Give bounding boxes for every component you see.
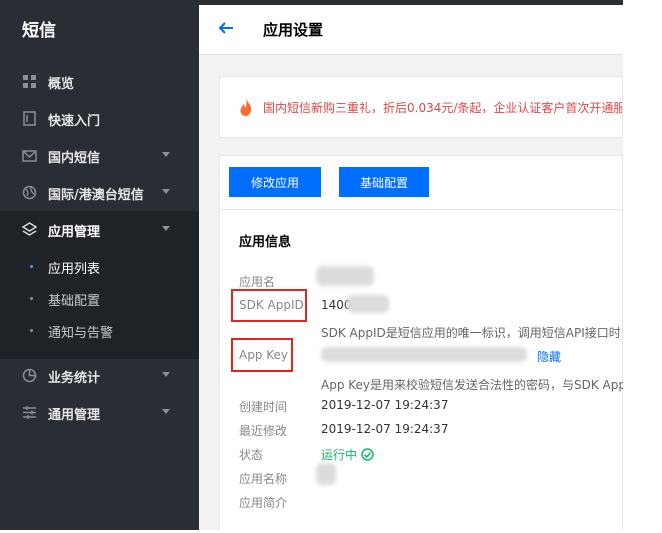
dot-icon: [30, 297, 33, 300]
sidebar-subitem-label: 通知与告警: [48, 326, 114, 341]
created-value: 2019-12-07 19:24:37: [321, 398, 449, 412]
sidebar-item-app-management[interactable]: 应用管理: [0, 211, 199, 248]
sidebar-item-label: 应用管理: [48, 225, 101, 240]
check-circle-icon: [361, 448, 374, 461]
redacted-sdk-appid: [347, 295, 389, 313]
grid-icon: [23, 75, 36, 88]
sidebar-item-statistics[interactable]: 业务统计: [0, 357, 199, 394]
sidebar-subitem-label: 基础配置: [48, 294, 101, 309]
globe-icon: [22, 185, 37, 200]
sidebar-item-label: 快速入门: [48, 114, 101, 129]
status-text: 运行中: [321, 448, 358, 462]
sidebar-subitem-label: 应用列表: [48, 262, 101, 277]
divider: [220, 209, 623, 210]
basic-config-button[interactable]: 基础配置: [339, 167, 429, 197]
appkey-hint: App Key是用来校验短信发送合法性的密码，与SDK AppI: [321, 378, 623, 392]
back-arrow-icon[interactable]: [217, 19, 235, 37]
created-label: 创建时间: [239, 400, 288, 414]
app-settings-card: 修改应用 基础配置 应用信息 应用名 SDK AppID 1400 SDK Ap…: [219, 155, 623, 530]
chevron-down-icon: [162, 226, 170, 231]
promo-banner[interactable]: 国内短信新购三重礼，折后0.034元/条起，企业认证客户首次开通服务: [219, 76, 623, 138]
sidebar-item-label: 国内短信: [48, 151, 101, 166]
sidebar-item-overview[interactable]: 概览: [0, 63, 199, 100]
redacted-app-name-value: [316, 463, 336, 485]
chevron-down-icon: [162, 372, 170, 377]
layers-icon: [22, 222, 37, 236]
modified-value: 2019-12-07 19:24:37: [321, 422, 449, 436]
fire-icon: [240, 98, 252, 116]
sidebar-item-domestic-sms[interactable]: 国内短信: [0, 137, 199, 174]
sidebar-subitem-notifications[interactable]: 通知与告警: [0, 314, 199, 346]
dot-icon: [30, 329, 33, 332]
status-label: 状态: [239, 448, 264, 462]
sliders-icon: [23, 406, 36, 419]
edit-app-button[interactable]: 修改应用: [229, 167, 321, 197]
page-title: 应用设置: [263, 21, 324, 39]
pie-chart-icon: [22, 368, 37, 383]
sidebar-item-label: 业务统计: [48, 371, 101, 386]
sidebar-item-label: 概览: [48, 77, 75, 92]
sidebar-item-general[interactable]: 通用管理: [0, 394, 199, 431]
chevron-down-icon: [162, 189, 170, 194]
redacted-appkey: [321, 347, 527, 362]
status-value: 运行中: [321, 446, 374, 463]
sidebar-subitem-basic-config[interactable]: 基础配置: [0, 282, 199, 314]
highlight-box-sdk-appid: [231, 289, 307, 322]
page-header: 应用设置: [199, 5, 623, 55]
chevron-down-icon: [162, 152, 170, 157]
right-margin: [623, 0, 662, 533]
active-dot-icon: [30, 265, 33, 268]
section-title: 应用信息: [239, 235, 292, 250]
sidebar-item-label: 国际/港澳台短信: [48, 188, 144, 203]
highlight-box-appkey: [231, 338, 293, 372]
promo-text: 国内短信新购三重礼，折后0.034元/条起，企业认证客户首次开通服务: [263, 101, 623, 115]
modified-label: 最近修改: [239, 424, 288, 438]
app-name-label: 应用名称: [239, 472, 288, 486]
hide-appkey-link[interactable]: 隐藏: [537, 348, 561, 365]
mail-icon: [22, 150, 37, 162]
app-name-short-label: 应用名: [239, 275, 276, 289]
sidebar-item-label: 通用管理: [48, 408, 101, 423]
chevron-down-icon: [162, 409, 170, 414]
brand-title: 短信: [22, 21, 56, 41]
sdk-appid-hint: SDK AppID是短信应用的唯一标识，调用短信API接口时: [321, 326, 621, 340]
sidebar-subitem-app-list[interactable]: 应用列表: [0, 250, 199, 282]
sidebar-item-international-sms[interactable]: 国际/港澳台短信: [0, 174, 199, 211]
sidebar: 短信 概览 快速入门 国内短信 国际/港澳台短信 应用管理 应用列表 基础配置 …: [0, 0, 199, 530]
document-icon: [23, 111, 36, 126]
redacted-app-name: [316, 266, 374, 286]
app-intro-label: 应用简介: [239, 496, 288, 510]
main-content: 应用设置 国内短信新购三重礼，折后0.034元/条起，企业认证客户首次开通服务 …: [199, 5, 623, 530]
sidebar-item-quickstart[interactable]: 快速入门: [0, 100, 199, 137]
